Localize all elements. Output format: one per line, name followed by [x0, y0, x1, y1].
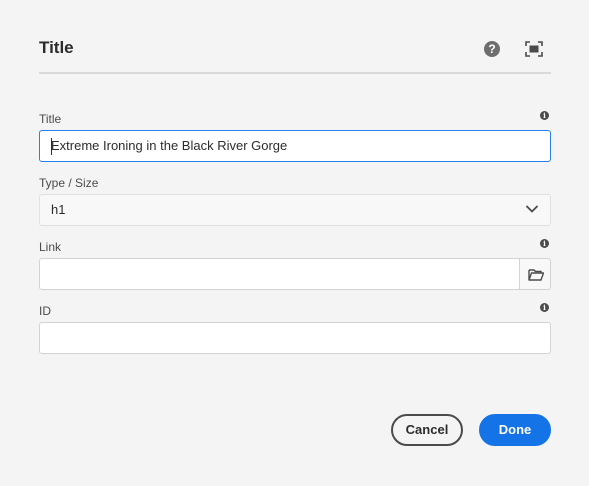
title-info-icon[interactable]: i	[540, 111, 549, 120]
header-divider	[39, 72, 551, 74]
title-field-label: Title	[39, 112, 62, 126]
id-info-icon[interactable]: i	[540, 303, 549, 312]
type-size-field-label: Type / Size	[39, 176, 99, 190]
question-circle-icon[interactable]: ?	[484, 41, 500, 57]
link-input[interactable]	[39, 258, 520, 290]
id-field-label: ID	[39, 304, 51, 318]
title-input[interactable]: Extreme Ironing in the Black River Gorge	[39, 130, 551, 162]
title-dialog: Title ? Title i Extreme Ironing in the B…	[0, 0, 589, 486]
folder-open-icon	[528, 269, 544, 281]
text-caret	[51, 138, 52, 155]
type-size-select[interactable]: h1	[39, 194, 551, 226]
type-size-selected-value: h1	[51, 202, 66, 217]
link-field-label: Link	[39, 240, 62, 254]
dialog-title: Title	[39, 38, 74, 57]
id-input[interactable]	[39, 322, 551, 354]
chevron-down-icon	[526, 205, 538, 213]
done-button[interactable]: Done	[479, 414, 551, 446]
fullscreen-icon[interactable]	[525, 41, 543, 57]
link-info-icon[interactable]: i	[540, 239, 549, 248]
browse-path-button[interactable]	[519, 258, 551, 290]
cancel-button[interactable]: Cancel	[391, 414, 463, 446]
title-input-value: Extreme Ironing in the Black River Gorge	[51, 138, 288, 153]
